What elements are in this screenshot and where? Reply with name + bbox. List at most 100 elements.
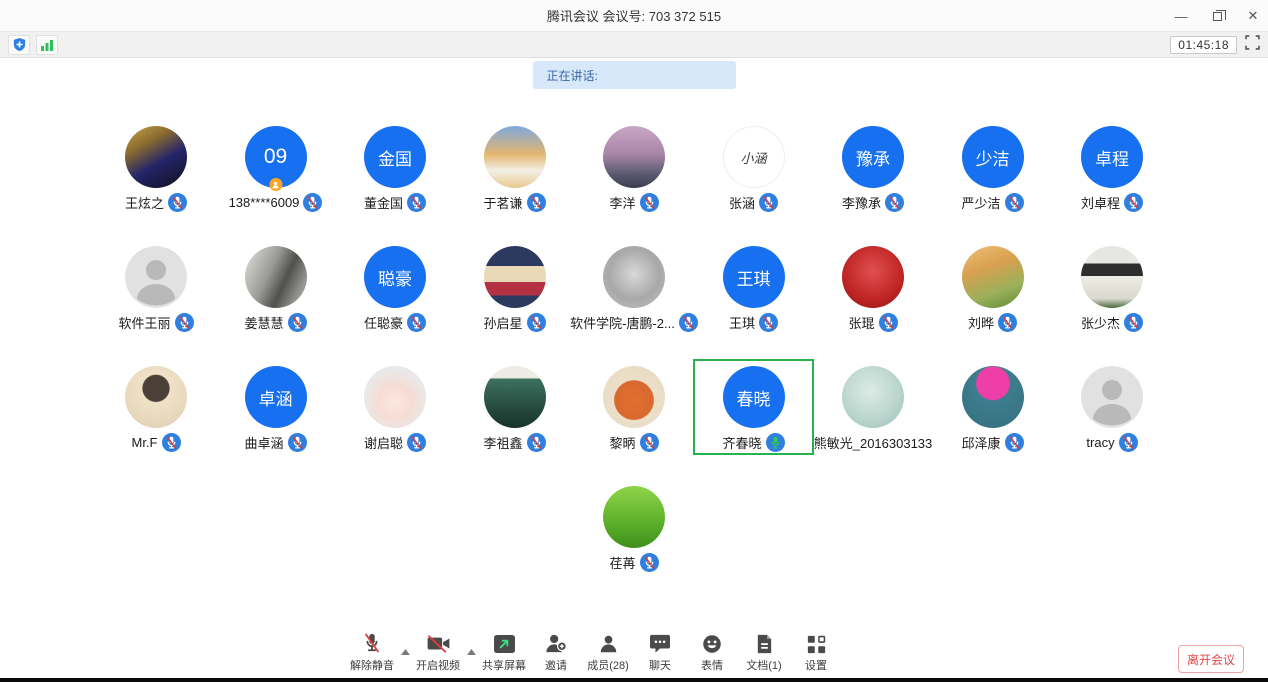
- participant-tile[interactable]: 软件王丽: [96, 246, 216, 332]
- participant-tile[interactable]: 软件学院-唐鹏-2...: [574, 246, 694, 332]
- toolbar-label: 表情: [701, 657, 723, 673]
- participant-avatar: [962, 366, 1024, 428]
- participant-name-row: 孙启星: [483, 313, 545, 332]
- participant-tile[interactable]: 金国董金国: [335, 126, 455, 212]
- participant-tile[interactable]: Mr.F: [96, 366, 216, 452]
- participant-tile[interactable]: 孙启星: [455, 246, 575, 332]
- toolbar-settings-button[interactable]: 设置: [790, 632, 842, 673]
- settings-icon: [807, 632, 826, 654]
- toolbar-label: 文档(1): [746, 657, 781, 673]
- mic-muted-icon: [759, 193, 778, 212]
- mic-muted-icon: [640, 553, 659, 572]
- participant-tile[interactable]: 邱泽康: [933, 366, 1053, 452]
- participant-tile[interactable]: 张琨: [813, 246, 933, 332]
- meeting-timer: 01:45:18: [1170, 36, 1237, 54]
- participant-tile[interactable]: 于茗谦: [455, 126, 575, 212]
- participant-avatar: [1081, 366, 1143, 428]
- close-button[interactable]: ✕: [1246, 8, 1260, 24]
- participant-name-row: 张琨: [848, 313, 897, 332]
- avatar-initials: 卓涵: [259, 385, 293, 410]
- avatar-initials: 春晓: [737, 385, 771, 410]
- participant-avatar: [962, 246, 1024, 308]
- toolbar-chat-button[interactable]: 聊天: [634, 632, 686, 673]
- toolbar-emoji-button[interactable]: 表情: [686, 632, 738, 673]
- participant-tile[interactable]: 卓涵曲卓涵: [216, 366, 336, 452]
- participant-tile[interactable]: 卓程刘卓程: [1052, 126, 1172, 212]
- fullscreen-icon[interactable]: [1245, 35, 1260, 55]
- participant-tile[interactable]: 李祖鑫: [455, 366, 575, 452]
- meeting-window: 腾讯会议 会议号: 703 372 515 — ✕ 01:45:18 正在讲话:…: [0, 0, 1268, 682]
- participant-tile[interactable]: 小涵张涵: [694, 126, 814, 212]
- participant-name: 张涵: [729, 193, 755, 212]
- meeting-security-shield-icon[interactable]: [8, 35, 30, 55]
- participant-tile[interactable]: 张少杰: [1052, 246, 1172, 332]
- participant-tile[interactable]: 豫承李豫承: [813, 126, 933, 212]
- participant-tile[interactable]: 黎昞: [574, 366, 694, 452]
- participant-name-row: 138****6009: [229, 193, 323, 212]
- restore-icon: [1213, 12, 1222, 21]
- toolbar-mic-off-button[interactable]: 解除静音: [346, 632, 398, 673]
- toolbar-invite-button[interactable]: 邀请: [530, 632, 582, 673]
- avatar-initials: 金国: [378, 145, 412, 170]
- mic-muted-icon: [288, 313, 307, 332]
- avatar-initials: 聪豪: [378, 265, 412, 290]
- participant-name: 王琪: [729, 313, 755, 332]
- participant-tile[interactable]: 谢启聪: [335, 366, 455, 452]
- participant-name: 王炫之: [125, 193, 164, 212]
- toolbar-members-button[interactable]: 成员(28): [582, 632, 634, 673]
- participant-tile[interactable]: 熊敏光_2016303133: [813, 366, 933, 452]
- minimize-button[interactable]: —: [1174, 9, 1188, 24]
- mic-muted-icon: [1005, 433, 1024, 452]
- status-bar-right: 01:45:18: [1170, 35, 1260, 55]
- participant-name-row: tracy: [1086, 433, 1137, 452]
- participant-name: tracy: [1086, 435, 1114, 450]
- members-icon: [599, 632, 618, 654]
- participant-name: 董金国: [364, 193, 403, 212]
- participant-tile[interactable]: tracy: [1052, 366, 1172, 452]
- bottom-edge-strip: [0, 678, 1268, 682]
- participant-tile[interactable]: 李洋: [574, 126, 694, 212]
- participant-tile[interactable]: 荏苒: [574, 486, 694, 572]
- network-quality-icon[interactable]: [36, 35, 58, 55]
- participant-tile[interactable]: 春晓齐春晓: [694, 366, 814, 452]
- participant-tile[interactable]: 09138****6009: [216, 126, 336, 212]
- speaking-banner: 正在讲话:: [533, 61, 736, 89]
- leave-meeting-button[interactable]: 离开会议: [1178, 645, 1244, 673]
- restore-button[interactable]: [1210, 9, 1224, 24]
- participant-name: 于茗谦: [483, 193, 522, 212]
- participant-avatar: 聪豪: [364, 246, 426, 308]
- participant-avatar: [245, 246, 307, 308]
- participant-name: 刘晔: [968, 313, 994, 332]
- toolbar-document-button[interactable]: 文档(1): [738, 632, 790, 673]
- toolbar-label: 成员(28): [587, 657, 629, 673]
- mic-muted-icon: [527, 193, 546, 212]
- status-bar: 01:45:18: [0, 32, 1268, 58]
- window-title: 腾讯会议 会议号: 703 372 515: [0, 6, 1268, 25]
- toolbar-share-screen-button[interactable]: 共享屏幕: [478, 632, 530, 673]
- participant-name-row: 荏苒: [609, 553, 658, 572]
- mic-muted-icon: [1124, 313, 1143, 332]
- participant-name-row: 董金国: [364, 193, 426, 212]
- participant-name: 孙启星: [483, 313, 522, 332]
- participant-tile[interactable]: 少洁严少洁: [933, 126, 1053, 212]
- mic-muted-icon: [527, 433, 546, 452]
- participant-avatar: 小涵: [723, 126, 785, 188]
- participant-name-row: 李豫承: [842, 193, 904, 212]
- mic-muted-icon: [759, 313, 778, 332]
- participant-tile[interactable]: 王琪王琪: [694, 246, 814, 332]
- camera-off-options-caret-icon[interactable]: [464, 649, 478, 673]
- mic-off-options-caret-icon[interactable]: [398, 649, 412, 673]
- participant-name: 刘卓程: [1081, 193, 1120, 212]
- participant-tile[interactable]: 王炫之: [96, 126, 216, 212]
- toolbar-label: 解除静音: [350, 657, 394, 673]
- default-person-avatar-icon: [1081, 366, 1143, 428]
- mic-active-icon: [766, 433, 785, 452]
- participant-tile[interactable]: 刘晔: [933, 246, 1053, 332]
- toolbar-camera-off-button[interactable]: 开启视频: [412, 632, 464, 673]
- participant-tile[interactable]: 姜慧慧: [216, 246, 336, 332]
- toolbar-label: 设置: [805, 657, 827, 673]
- participant-tile[interactable]: 聪豪任聪豪: [335, 246, 455, 332]
- participant-name-row: 刘卓程: [1081, 193, 1143, 212]
- participant-name-row: 邱泽康: [961, 433, 1023, 452]
- participant-avatar: [1081, 246, 1143, 308]
